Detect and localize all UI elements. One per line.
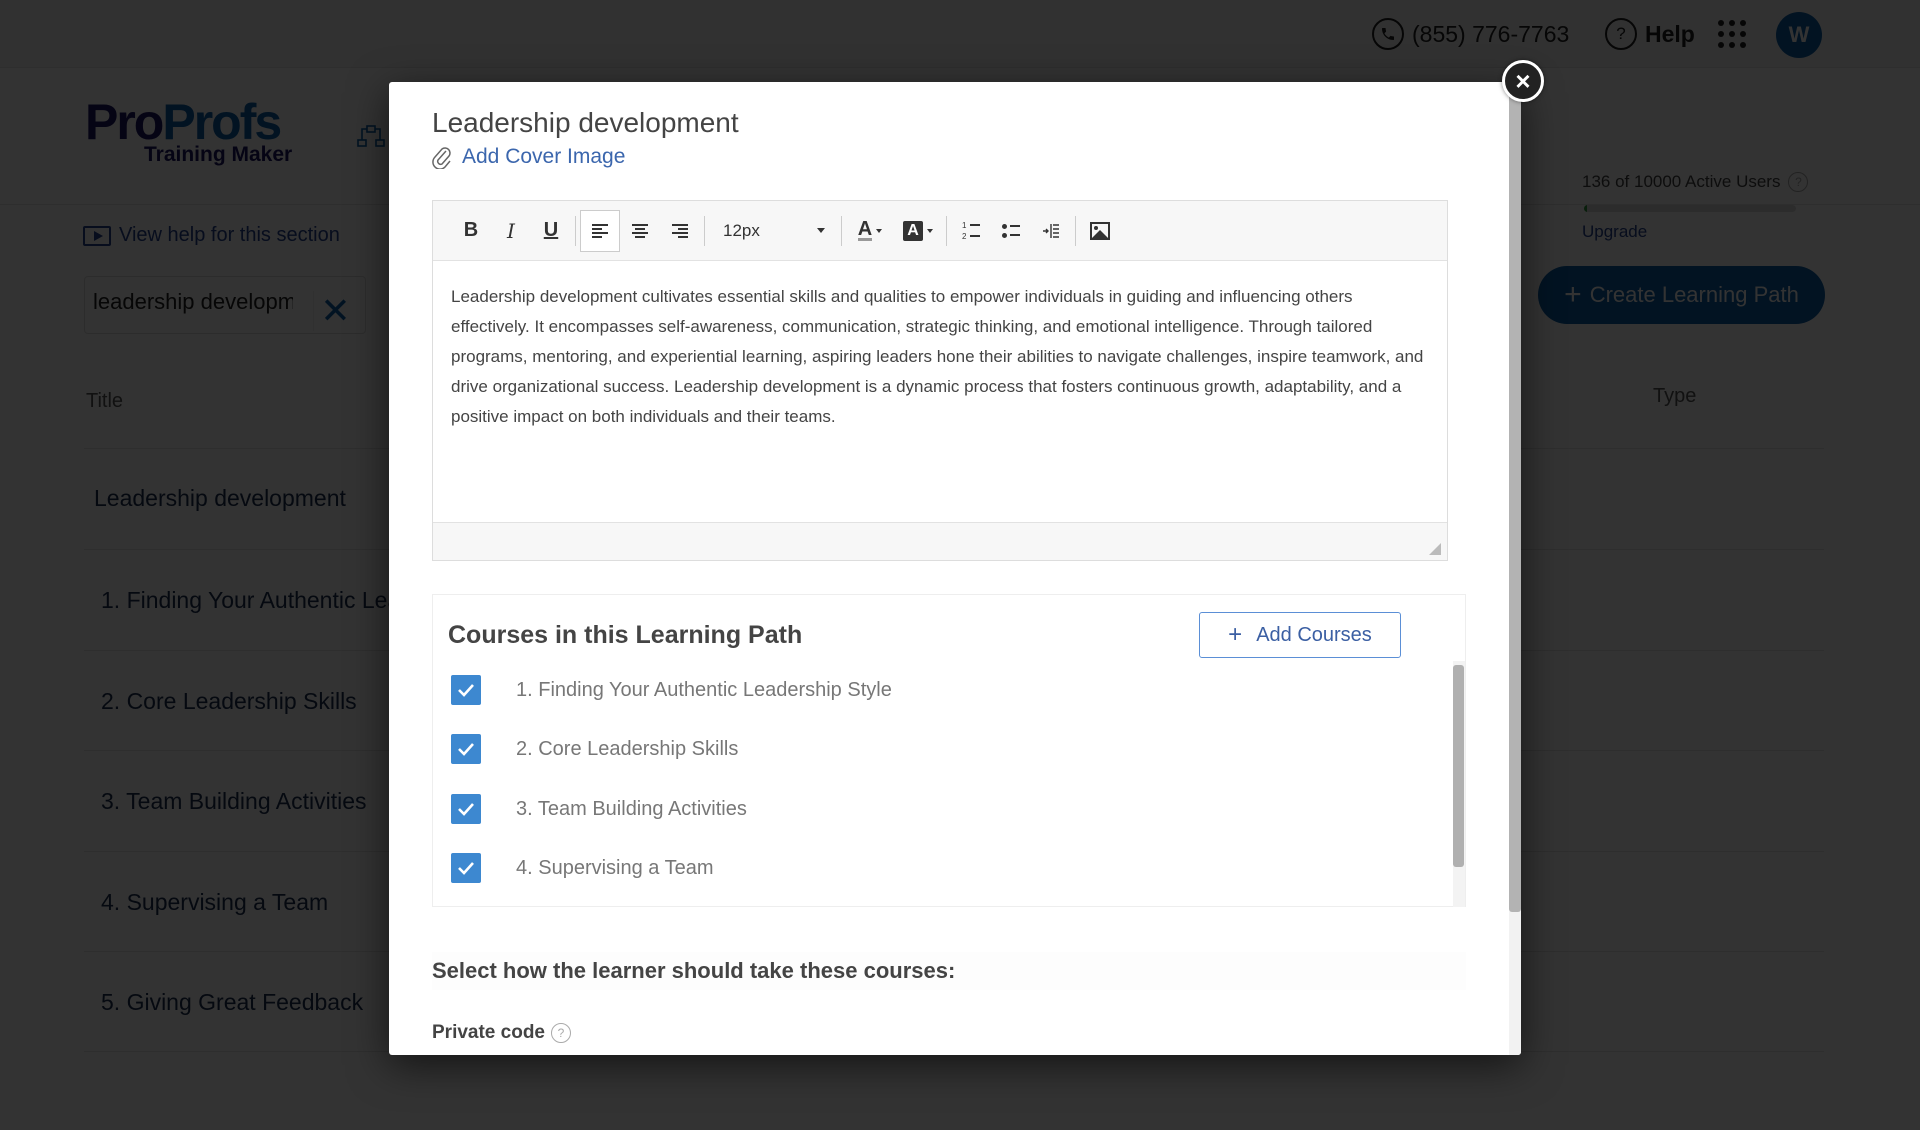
add-courses-label: Add Courses — [1256, 623, 1372, 646]
private-code-label: Private code ? — [432, 1022, 571, 1044]
close-icon: × — [1515, 66, 1531, 96]
insert-image-button[interactable] — [1080, 210, 1120, 252]
bold-button[interactable]: B — [451, 210, 491, 252]
modal-scrollbar-thumb[interactable] — [1509, 82, 1521, 912]
italic-button[interactable]: I — [491, 210, 531, 252]
checkmark-icon — [458, 803, 474, 816]
description-editor: B I U 12px A A 1 2 Leadership developmen… — [432, 200, 1448, 561]
toolbar-divider — [946, 215, 947, 246]
editor-status-bar — [433, 522, 1447, 560]
course-checkbox[interactable] — [451, 734, 481, 764]
toolbar-divider — [575, 215, 576, 246]
font-color-button[interactable]: A — [846, 210, 894, 252]
image-icon — [1090, 221, 1110, 240]
add-courses-button[interactable]: + Add Courses — [1199, 612, 1401, 658]
course-item: 1. Finding Your Authentic Leadership Sty… — [451, 675, 892, 705]
course-label: 2. Core Leadership Skills — [516, 737, 739, 760]
background-color-icon: A — [903, 220, 923, 241]
font-size-select[interactable]: 12px — [709, 221, 837, 241]
plus-icon: + — [1228, 621, 1243, 648]
align-left-icon — [592, 223, 608, 238]
font-size-value: 12px — [723, 220, 760, 240]
align-center-button[interactable] — [620, 210, 660, 252]
course-checkbox[interactable] — [451, 853, 481, 883]
description-text-area[interactable]: Leadership development cultivates essent… — [433, 262, 1447, 524]
checkmark-icon — [458, 684, 474, 697]
learning-path-modal: Leadership development Add Cover Image B… — [389, 82, 1521, 1055]
courses-section-title: Courses in this Learning Path — [448, 621, 803, 649]
add-cover-image-link[interactable]: Add Cover Image — [432, 145, 625, 169]
font-color-icon: A — [857, 218, 873, 241]
course-label: 1. Finding Your Authentic Leadership Sty… — [516, 678, 892, 701]
help-circle-icon[interactable]: ? — [551, 1023, 571, 1043]
unordered-list-button[interactable] — [991, 210, 1031, 252]
chevron-down-icon — [817, 228, 825, 233]
course-item: 4. Supervising a Team — [451, 853, 714, 883]
resize-handle-icon[interactable] — [1429, 543, 1441, 555]
modal-title[interactable]: Leadership development — [432, 107, 739, 139]
toolbar-divider — [841, 215, 842, 246]
paperclip-icon — [432, 147, 451, 169]
background-color-button[interactable]: A — [894, 210, 942, 252]
course-checkbox[interactable] — [451, 794, 481, 824]
indent-button[interactable] — [1031, 210, 1071, 252]
indent-icon — [1043, 223, 1059, 238]
align-left-button[interactable] — [580, 209, 620, 252]
course-item: 2. Core Leadership Skills — [451, 734, 738, 764]
checkmark-icon — [458, 743, 474, 756]
private-code-text: Private code — [432, 1022, 545, 1043]
add-cover-image-label: Add Cover Image — [462, 145, 626, 168]
chevron-down-icon — [927, 228, 933, 233]
course-item: 3. Team Building Activities — [451, 794, 747, 824]
course-label: 3. Team Building Activities — [516, 797, 747, 820]
align-right-button[interactable] — [660, 210, 700, 252]
ordered-list-icon: 12 — [962, 221, 980, 240]
course-label: 4. Supervising a Team — [516, 856, 714, 879]
bullet-list-icon — [1002, 223, 1020, 238]
close-modal-button[interactable]: × — [1502, 60, 1544, 102]
course-order-heading: Select how the learner should take these… — [432, 952, 1466, 990]
editor-toolbar: B I U 12px A A 1 2 — [433, 201, 1447, 261]
course-checkbox[interactable] — [451, 675, 481, 705]
align-right-icon — [672, 223, 688, 238]
toolbar-divider — [1075, 215, 1076, 246]
courses-scrollbar-thumb[interactable] — [1453, 665, 1464, 867]
align-center-icon — [632, 223, 648, 238]
ordered-list-button[interactable]: 12 — [951, 210, 991, 252]
underline-button[interactable]: U — [531, 210, 571, 252]
toolbar-divider — [704, 215, 705, 246]
checkmark-icon — [458, 862, 474, 875]
courses-panel: Courses in this Learning Path + Add Cour… — [432, 594, 1466, 907]
chevron-down-icon — [876, 228, 883, 233]
